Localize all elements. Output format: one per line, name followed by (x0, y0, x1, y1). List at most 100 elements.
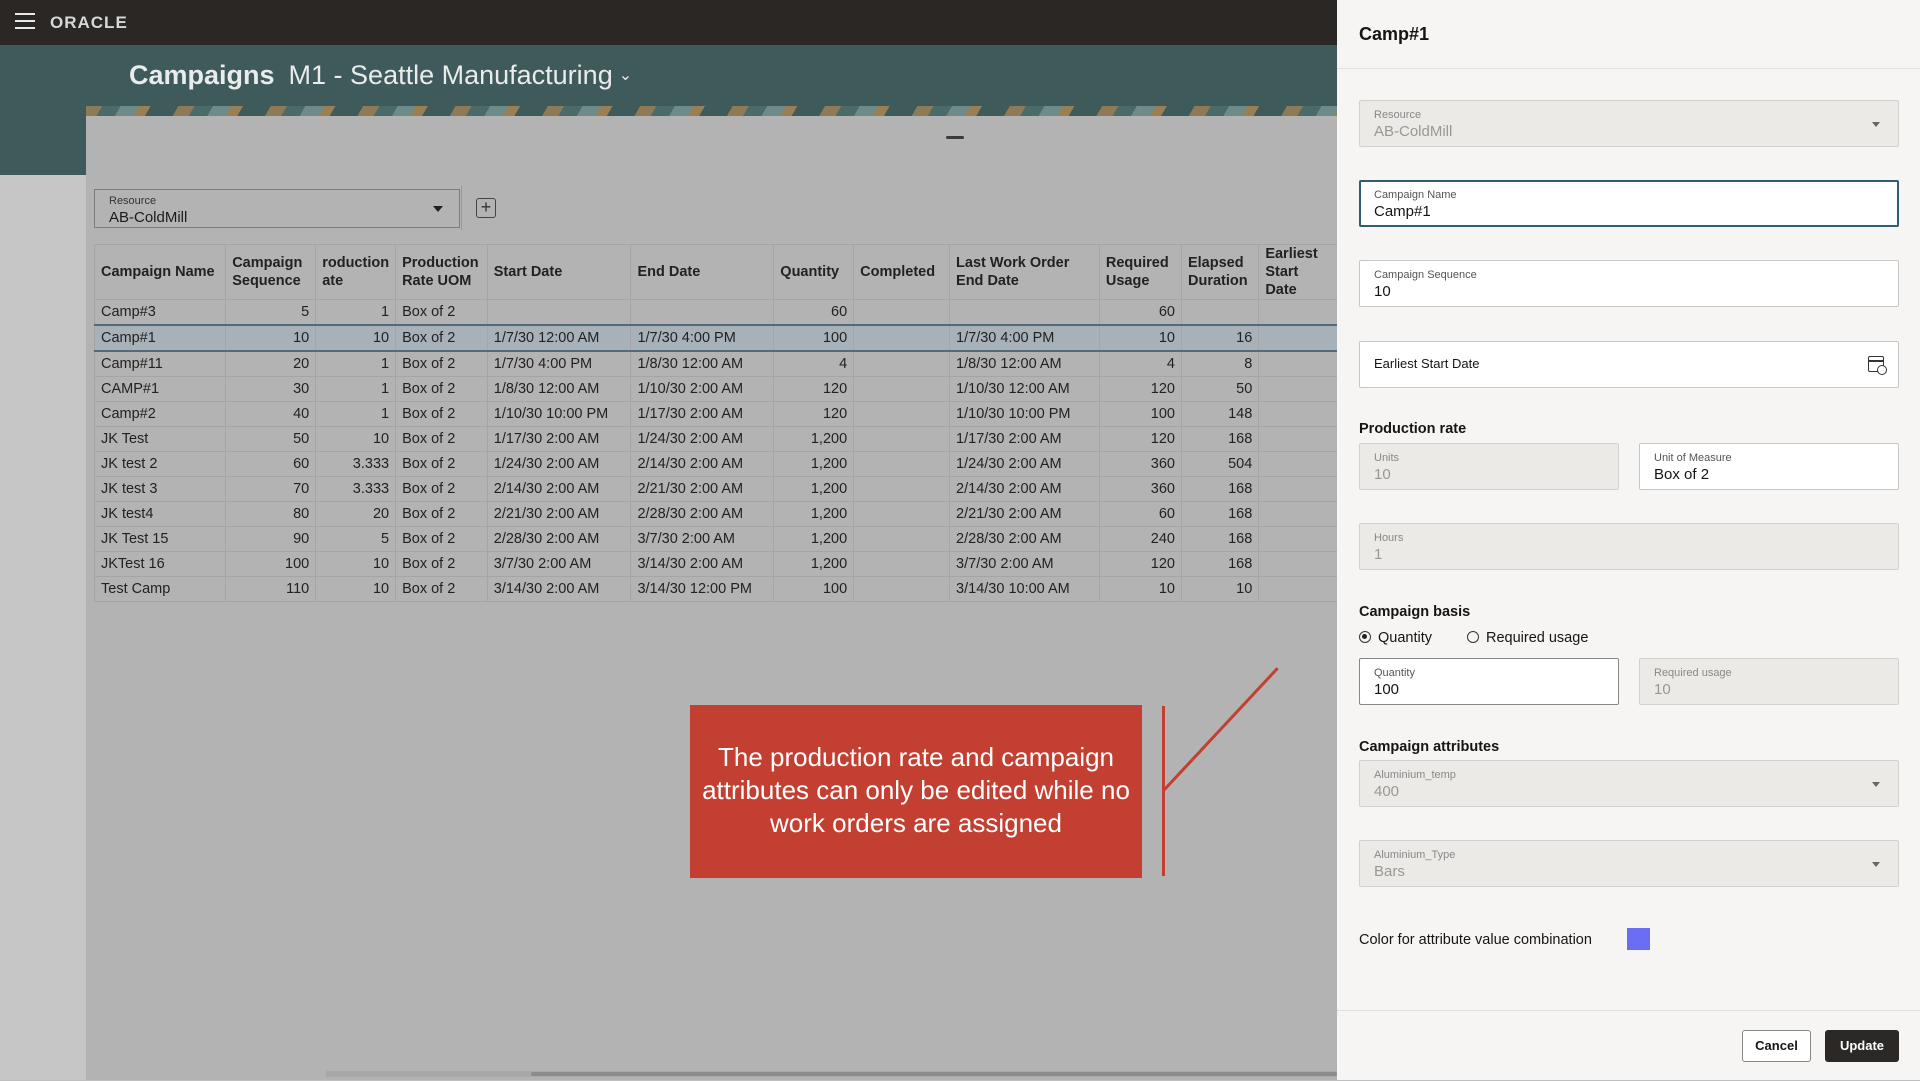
table-cell (853, 351, 950, 377)
table-cell: 1/10/30 12:00 AM (949, 376, 1100, 402)
table-cell: 100 (1098, 401, 1182, 427)
earliest-start-date-label: Earliest Start Date (1374, 356, 1480, 371)
table-row[interactable]: JK test 3 70 3.333 Box of 2 2/14/30 2:00 AM 2… (93, 476, 1337, 502)
table-cell: 1/8/30 12:00 AM (630, 351, 774, 377)
column-header[interactable]: Production Rate UOM (395, 244, 488, 300)
unit-of-measure-value[interactable]: Box of 2 (1654, 466, 1709, 483)
column-header[interactable]: End Date (630, 244, 774, 300)
column-header[interactable]: roduction ate (315, 244, 396, 300)
table-cell: 2/14/30 2:00 AM (949, 476, 1100, 502)
add-campaign-button[interactable]: + (476, 198, 496, 218)
column-header[interactable]: Campaign Sequence (225, 244, 316, 300)
table-cell: 168 (1180, 501, 1259, 527)
table-cell: JK Test (93, 426, 226, 452)
unit-of-measure-field[interactable]: Unit of Measure Box of 2 (1639, 443, 1899, 490)
table-row[interactable]: Camp#3 5 1 Box of 2 60 60 (93, 299, 1337, 326)
table-cell: 2/28/30 2:00 AM (630, 501, 774, 527)
organization-selector[interactable]: M1 - Seattle Manufacturing (289, 60, 613, 90)
table-cell: 1,200 (773, 426, 854, 452)
table-cell: Box of 2 (395, 401, 488, 427)
menu-icon[interactable] (15, 13, 35, 31)
campaign-name-label: Campaign Name (1374, 189, 1457, 201)
table-cell: 504 (1180, 451, 1259, 477)
update-button[interactable]: Update (1825, 1030, 1899, 1062)
chevron-down-icon[interactable]: ⌄ (619, 67, 632, 84)
radio-required-usage[interactable]: Required usage (1467, 630, 1588, 646)
table-cell: 60 (1098, 299, 1182, 326)
table-cell: 360 (1098, 476, 1182, 502)
campaign-basis-heading: Campaign basis (1359, 604, 1471, 620)
table-cell (1258, 451, 1337, 477)
radio-unselected-icon[interactable] (1467, 631, 1479, 643)
table-cell: 1/24/30 2:00 AM (630, 426, 774, 452)
campaign-sequence-field[interactable]: Campaign Sequence 10 (1359, 260, 1899, 307)
table-cell: 110 (225, 576, 316, 602)
campaign-attributes-heading: Campaign attributes (1359, 739, 1500, 755)
scrollbar-thumb[interactable] (531, 1072, 1337, 1076)
table-row[interactable]: JK Test 50 10 Box of 2 1/17/30 2:00 AM 1/24/3… (93, 426, 1337, 452)
table-row[interactable]: JKTest 16 100 10 Box of 2 3/7/30 2:00 AM 3/14… (93, 551, 1337, 577)
table-cell: 120 (773, 401, 854, 427)
table-cell (853, 324, 950, 352)
radio-quantity[interactable]: Quantity (1359, 630, 1432, 646)
table-cell: 10 (1098, 324, 1182, 352)
campaign-name-value[interactable]: Camp#1 (1374, 203, 1431, 220)
table-cell: 3/14/30 2:00 AM (486, 576, 631, 602)
table-cell: 3/14/30 12:00 PM (630, 576, 774, 602)
table-row[interactable]: Test Camp 110 10 Box of 2 3/14/30 2:00 AM 3/1… (93, 576, 1337, 602)
table-row[interactable]: Camp#1 10 10 Box of 2 1/7/30 12:00 AM 1/7/30 … (93, 324, 1337, 352)
earliest-start-date-field[interactable]: Earliest Start Date (1359, 341, 1899, 388)
callout-box: The production rate and campaign attribu… (690, 705, 1142, 878)
column-header[interactable]: Start Date (486, 244, 631, 300)
oracle-logo: ORACLE (50, 13, 128, 32)
column-header[interactable]: Elapsed Duration (1180, 244, 1259, 300)
table-cell: 1/7/30 12:00 AM (486, 324, 631, 352)
table-cell: Box of 2 (395, 376, 488, 402)
table-cell: 30 (225, 376, 316, 402)
quantity-value[interactable]: 100 (1374, 681, 1399, 698)
radio-selected-icon[interactable] (1359, 631, 1371, 643)
table-cell: 10 (1098, 576, 1182, 602)
table-row[interactable]: JK Test 15 90 5 Box of 2 2/28/30 2:00 AM 3/7/… (93, 526, 1337, 552)
drag-handle[interactable] (946, 136, 964, 139)
table-row[interactable]: CAMP#1 30 1 Box of 2 1/8/30 12:00 AM 1/10/30 … (93, 376, 1337, 402)
table-row[interactable]: JK test4 80 20 Box of 2 2/21/30 2:00 AM 2/28/… (93, 501, 1337, 527)
table-cell: 1/7/30 4:00 PM (949, 324, 1100, 352)
column-header[interactable]: Completed (853, 244, 950, 300)
table-cell: Box of 2 (395, 451, 488, 477)
column-header[interactable]: Last Work Order End Date (949, 244, 1100, 300)
resource-select[interactable]: Resource AB-ColdMill (94, 189, 460, 228)
column-header[interactable]: Required Usage (1098, 244, 1182, 300)
color-swatch[interactable] (1627, 928, 1650, 950)
table-cell: 168 (1180, 426, 1259, 452)
table-cell: Box of 2 (395, 351, 488, 377)
table-cell: 60 (225, 451, 316, 477)
table-row[interactable]: JK test 2 60 3.333 Box of 2 1/24/30 2:00 AM 2… (93, 451, 1337, 477)
resource-select-value: AB-ColdMill (109, 209, 188, 226)
cancel-button[interactable]: Cancel (1742, 1030, 1811, 1062)
column-header[interactable]: Campaign Name (93, 244, 226, 300)
horizontal-scrollbar[interactable] (326, 1071, 1337, 1077)
table-row[interactable]: Camp#2 40 1 Box of 2 1/10/30 10:00 PM 1/17/30… (93, 401, 1337, 427)
top-bar: ORACLE (0, 0, 1337, 45)
table-cell: 120 (1098, 426, 1182, 452)
campaign-name-field[interactable]: Campaign Name Camp#1 (1359, 180, 1899, 227)
column-header[interactable]: Quantity (773, 244, 854, 300)
calendar-icon[interactable] (1868, 356, 1887, 375)
table-cell (1258, 324, 1337, 352)
table-cell (853, 401, 950, 427)
table-cell (853, 426, 950, 452)
table-cell (1258, 576, 1337, 602)
table-cell: 5 (315, 526, 396, 552)
table-cell (949, 299, 1100, 326)
table-cell: Camp#1 (93, 324, 226, 352)
table-row[interactable]: Camp#11 20 1 Box of 2 1/7/30 4:00 PM 1/8/30 1… (93, 351, 1337, 377)
quantity-field[interactable]: Quantity 100 (1359, 658, 1619, 705)
table-cell: Box of 2 (395, 299, 488, 326)
divider (461, 186, 462, 230)
table-cell: 1/17/30 2:00 AM (949, 426, 1100, 452)
column-header[interactable]: Earliest Start Date (1258, 244, 1337, 300)
campaign-sequence-value[interactable]: 10 (1374, 283, 1391, 300)
table-cell: 3/7/30 2:00 AM (949, 551, 1100, 577)
table-cell: 50 (225, 426, 316, 452)
